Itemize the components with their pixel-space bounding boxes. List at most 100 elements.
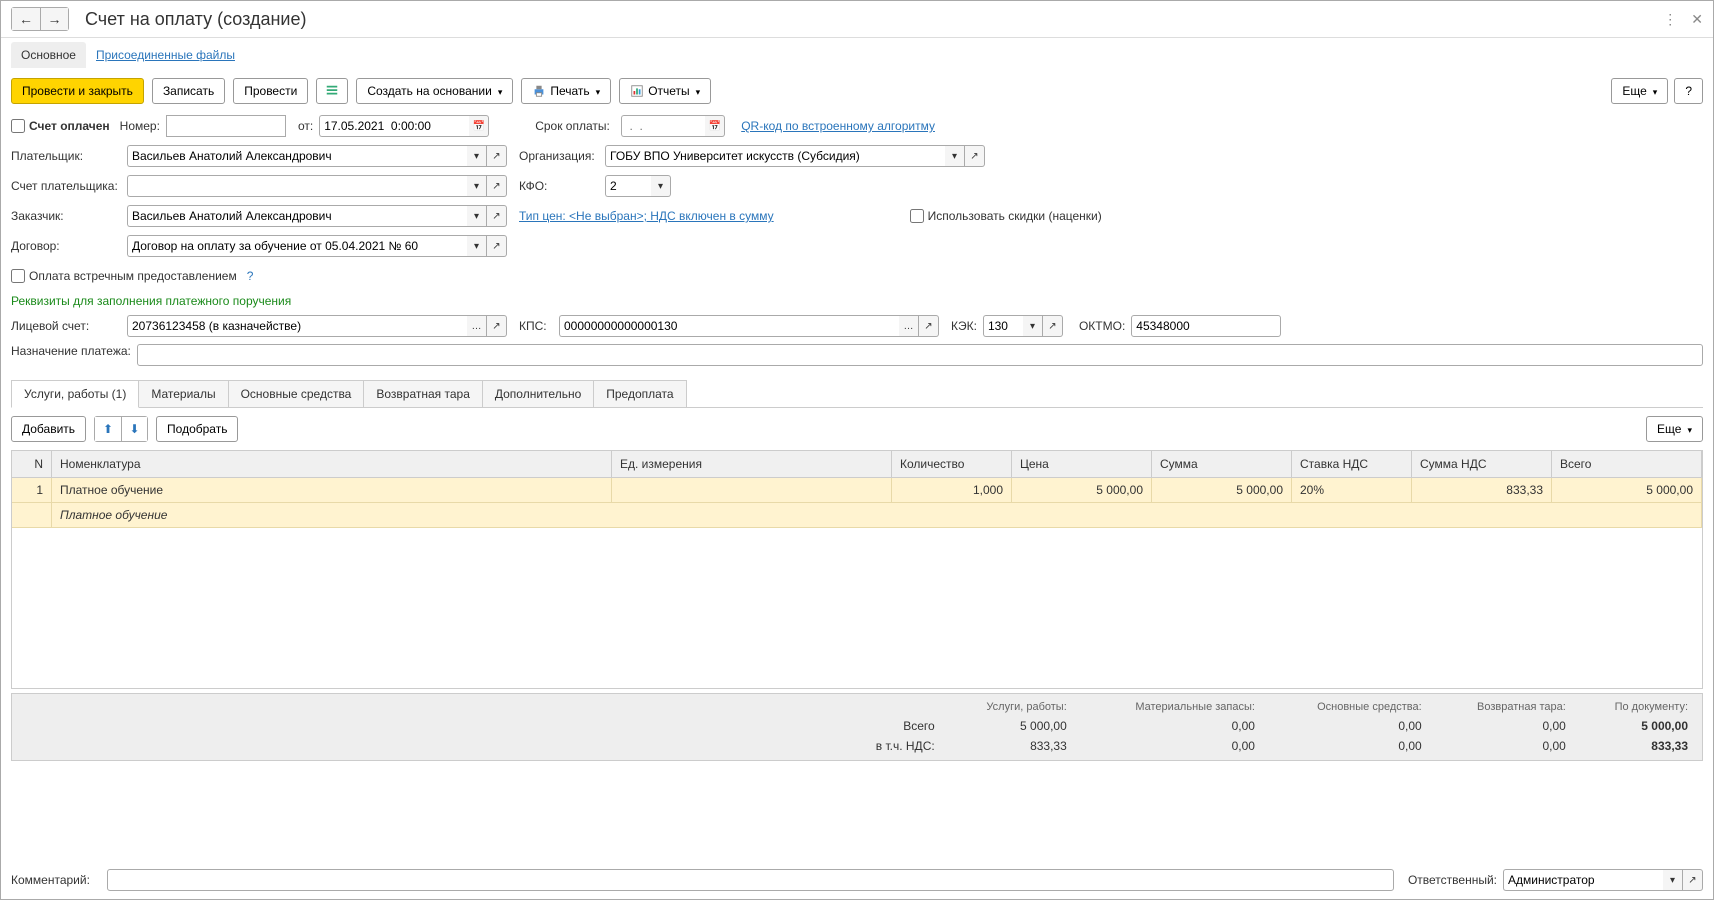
col-unit[interactable]: Ед. измерения — [612, 451, 892, 477]
open-icon[interactable]: ↗ — [965, 145, 985, 167]
cell-qty[interactable]: 1,000 — [892, 478, 1012, 502]
col-vat-sum[interactable]: Сумма НДС — [1412, 451, 1552, 477]
create-based-button[interactable]: Создать на основании — [356, 78, 513, 104]
use-discounts-checkbox[interactable]: Использовать скидки (наценки) — [910, 209, 1102, 223]
calendar-icon[interactable]: 📅 — [469, 115, 489, 137]
add-row-button[interactable]: Добавить — [11, 416, 86, 442]
grid-row[interactable]: 1 Платное обучение 1,000 5 000,00 5 000,… — [12, 478, 1702, 503]
reports-button[interactable]: Отчеты — [619, 78, 711, 104]
more-button[interactable]: Еще — [1611, 78, 1668, 104]
open-icon[interactable]: ↗ — [919, 315, 939, 337]
oktmo-input[interactable] — [1131, 315, 1281, 337]
tab-services[interactable]: Услуги, работы (1) — [11, 380, 139, 408]
due-date-input[interactable] — [621, 115, 705, 137]
cell-total[interactable]: 5 000,00 — [1552, 478, 1702, 502]
totals-total-services: 5 000,00 — [941, 716, 1073, 736]
date-input[interactable] — [319, 115, 469, 137]
post-button[interactable]: Провести — [233, 78, 308, 104]
org-input[interactable] — [605, 145, 945, 167]
payer-account-input[interactable] — [127, 175, 467, 197]
payer-input[interactable] — [127, 145, 467, 167]
dropdown-icon[interactable]: ▾ — [1023, 315, 1043, 337]
grid-row[interactable]: Платное обучение — [12, 503, 1702, 528]
col-total[interactable]: Всего — [1552, 451, 1702, 477]
dropdown-icon[interactable]: ▾ — [651, 175, 671, 197]
counter-payment-checkbox[interactable]: Оплата встречным предоставлением — [11, 269, 237, 283]
number-input[interactable] — [166, 115, 286, 137]
open-icon[interactable]: ↗ — [1043, 315, 1063, 337]
ellipsis-icon[interactable]: … — [899, 315, 919, 337]
cell-unit[interactable] — [612, 478, 892, 502]
dropdown-icon[interactable]: ▾ — [945, 145, 965, 167]
tab-attached-files[interactable]: Присоединенные файлы — [86, 42, 245, 68]
titlebar: ← → Счет на оплату (создание) ⋮ ✕ — [1, 1, 1713, 38]
kebab-icon[interactable]: ⋮ — [1663, 11, 1677, 28]
print-button[interactable]: Печать — [521, 78, 611, 104]
price-type-link[interactable]: Тип цен: <Не выбран>; НДС включен в сумм… — [519, 209, 774, 223]
tab-prepayment[interactable]: Предоплата — [593, 380, 686, 407]
open-icon[interactable]: ↗ — [487, 235, 507, 257]
totals-total-materials: 0,00 — [1073, 716, 1261, 736]
open-icon[interactable]: ↗ — [1683, 869, 1703, 891]
kps-input[interactable] — [559, 315, 899, 337]
col-price[interactable]: Цена — [1012, 451, 1152, 477]
open-icon[interactable]: ↗ — [487, 205, 507, 227]
help-button[interactable]: ? — [1674, 78, 1703, 104]
cell-nomenclature-desc[interactable]: Платное обучение — [52, 503, 1702, 527]
forward-button[interactable]: → — [40, 8, 68, 30]
dropdown-icon[interactable]: ▾ — [467, 235, 487, 257]
tab-extra[interactable]: Дополнительно — [482, 380, 594, 407]
cell-vat-sum[interactable]: 833,33 — [1412, 478, 1552, 502]
open-icon[interactable]: ↗ — [487, 175, 507, 197]
comment-input[interactable] — [107, 869, 1394, 891]
col-sum[interactable]: Сумма — [1152, 451, 1292, 477]
dropdown-icon[interactable]: ▾ — [467, 175, 487, 197]
customer-input[interactable] — [127, 205, 467, 227]
move-down-button[interactable]: ⬇ — [121, 417, 147, 441]
help-icon[interactable]: ? — [247, 269, 254, 283]
responsible-input[interactable] — [1503, 869, 1663, 891]
col-vat-rate[interactable]: Ставка НДС — [1292, 451, 1412, 477]
comment-label: Комментарий: — [11, 873, 101, 887]
kek-input[interactable] — [983, 315, 1023, 337]
back-button[interactable]: ← — [12, 8, 40, 30]
kfo-input[interactable] — [605, 175, 651, 197]
qr-link[interactable]: QR-код по встроенному алгоритму — [741, 119, 935, 133]
cell-vat-rate[interactable]: 20% — [1292, 478, 1412, 502]
col-qty[interactable]: Количество — [892, 451, 1012, 477]
col-nomenclature[interactable]: Номенклатура — [52, 451, 612, 477]
open-icon[interactable]: ↗ — [487, 315, 507, 337]
paid-checkbox[interactable]: Счет оплачен — [11, 119, 110, 133]
open-icon[interactable]: ↗ — [487, 145, 507, 167]
dropdown-icon[interactable]: ▾ — [467, 205, 487, 227]
dropdown-icon[interactable]: ▾ — [467, 145, 487, 167]
report-icon — [630, 84, 644, 98]
grid-more-button[interactable]: Еще — [1646, 416, 1703, 442]
dropdown-icon[interactable]: ▾ — [1663, 869, 1683, 891]
tab-main[interactable]: Основное — [11, 42, 86, 68]
contract-input[interactable] — [127, 235, 467, 257]
close-icon[interactable]: ✕ — [1691, 11, 1703, 28]
use-discounts-label: Использовать скидки (наценки) — [928, 209, 1102, 223]
lic-account-input[interactable] — [127, 315, 467, 337]
pick-button[interactable]: Подобрать — [156, 416, 238, 442]
tab-materials[interactable]: Материалы — [138, 380, 228, 407]
cell-n-empty[interactable] — [12, 503, 52, 527]
move-up-button[interactable]: ⬆ — [95, 417, 121, 441]
purpose-label: Назначение платежа: — [11, 344, 131, 360]
col-n[interactable]: N — [12, 451, 52, 477]
tab-packaging[interactable]: Возвратная тара — [363, 380, 483, 407]
cell-sum[interactable]: 5 000,00 — [1152, 478, 1292, 502]
cell-n[interactable]: 1 — [12, 478, 52, 502]
ellipsis-icon[interactable]: … — [467, 315, 487, 337]
calendar-icon[interactable]: 📅 — [705, 115, 725, 137]
tab-fixed-assets[interactable]: Основные средства — [228, 380, 365, 407]
totals-total-doc: 5 000,00 — [1572, 716, 1694, 736]
cell-price[interactable]: 5 000,00 — [1012, 478, 1152, 502]
purpose-input[interactable] — [137, 344, 1703, 366]
nav-buttons: ← → — [11, 7, 69, 31]
save-button[interactable]: Записать — [152, 78, 225, 104]
cell-nomenclature[interactable]: Платное обучение — [52, 478, 612, 502]
post-and-close-button[interactable]: Провести и закрыть — [11, 78, 144, 104]
movements-button[interactable] — [316, 78, 348, 104]
